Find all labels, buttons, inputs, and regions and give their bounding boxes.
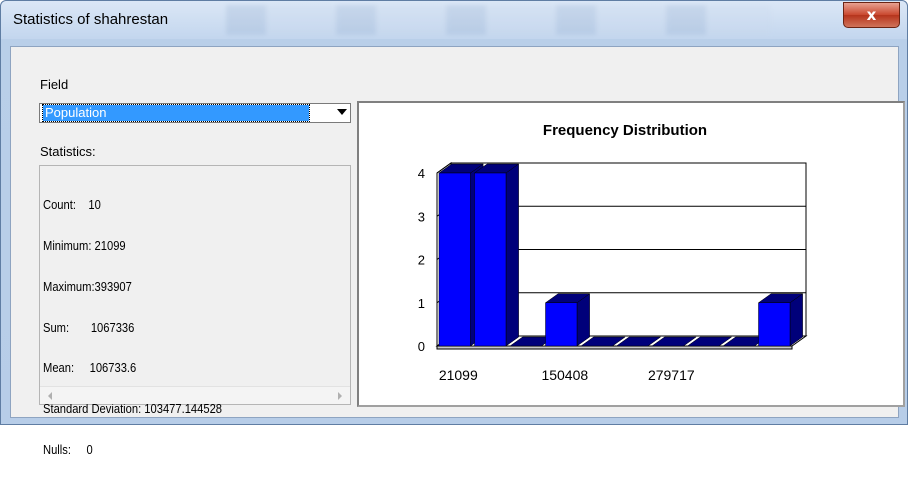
statistics-lines: Count: 10 Minimum: 21099 Maximum:393907 … (43, 171, 222, 484)
y-tick-label: 3 (418, 209, 425, 224)
chart-base (436, 345, 793, 350)
field-dropdown-value: Population (42, 104, 310, 122)
x-tick-label: 21099 (439, 367, 478, 383)
stat-line: Standard Deviation: 103477.144528 (43, 401, 223, 417)
scroll-left-icon[interactable] (48, 392, 52, 400)
close-button[interactable]: x (843, 2, 900, 28)
y-tick-label: 1 (418, 296, 425, 311)
blurred-background-titlebar (226, 5, 771, 35)
field-label: Field (40, 77, 69, 92)
x-tick-label: 150408 (541, 367, 588, 383)
bar (545, 302, 578, 347)
y-tick-label: 2 (418, 253, 425, 268)
window-title: Statistics of shahrestan (13, 11, 169, 28)
horizontal-scrollbar[interactable] (40, 386, 350, 404)
statistics-window: Statistics of shahrestan x Field Populat… (0, 0, 908, 456)
bar (474, 172, 507, 347)
dialog-client-area: Field Population Statistics: Count: 10 M… (10, 46, 905, 456)
stat-line: Maximum:393907 (43, 278, 132, 294)
bar (438, 172, 471, 347)
statistics-label: Statistics: (40, 144, 96, 159)
y-tick-label: 4 (418, 166, 425, 181)
stat-line: Minimum: 21099 (43, 237, 126, 253)
stat-line: Nulls: 0 (43, 441, 93, 457)
frequency-chart: Frequency Distribution 0 1 2 3 4 21099 150408 2… (418, 122, 808, 383)
x-tick-label: 279717 (648, 367, 695, 383)
stat-line: Mean: 106733.6 (43, 360, 137, 376)
statistics-text-box[interactable]: Count: 10 Minimum: 21099 Maximum:393907 … (39, 165, 351, 456)
scroll-right-icon[interactable] (338, 392, 342, 400)
stat-line: Count: 10 (43, 197, 101, 213)
bar (758, 302, 791, 347)
bar-side (505, 163, 519, 347)
chevron-down-icon[interactable] (337, 109, 347, 115)
title-bar[interactable]: Statistics of shahrestan x (1, 1, 907, 39)
stat-line: Sum: 1067336 (43, 319, 135, 335)
chart-panel: Frequency Distribution 0 1 2 3 4 21099 150408 2… (357, 101, 905, 407)
field-dropdown[interactable]: Population (39, 103, 351, 123)
chart-title: Frequency Distribution (543, 122, 707, 139)
y-tick-label: 0 (418, 339, 425, 354)
